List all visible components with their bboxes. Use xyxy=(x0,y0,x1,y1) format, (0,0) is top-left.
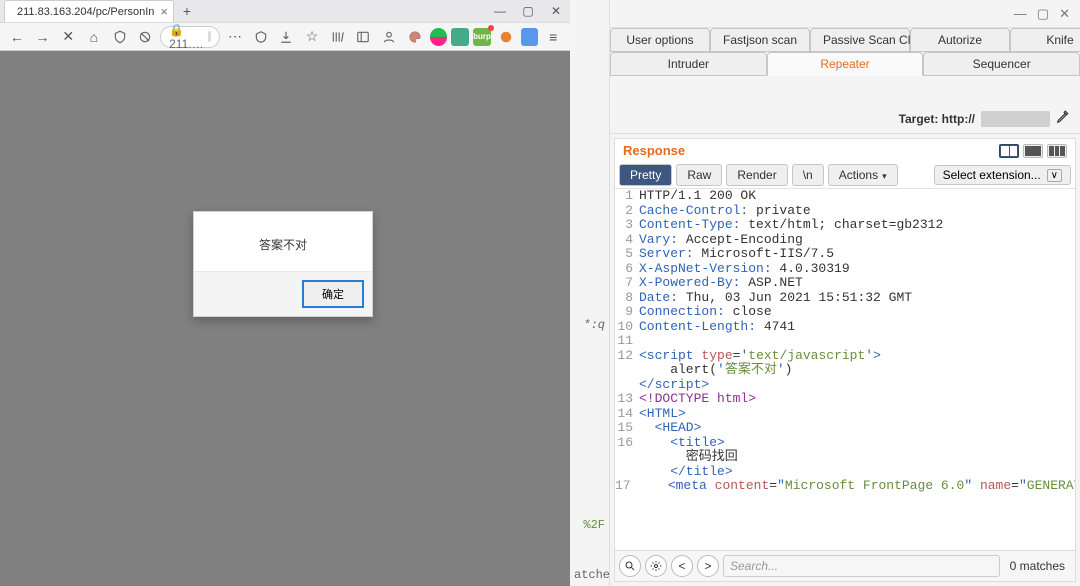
code-line: 12<script type='text/javascript'> xyxy=(615,349,1075,364)
shield-icon[interactable] xyxy=(109,26,131,48)
layout-columns-icon[interactable] xyxy=(999,144,1019,158)
palette-icon[interactable] xyxy=(404,26,426,48)
code-line: 2Cache-Control: private xyxy=(615,204,1075,219)
tab-user-options[interactable]: User options xyxy=(610,28,710,52)
bookmark-star-icon[interactable]: ☆ xyxy=(301,26,323,48)
layout-tabs-icon[interactable] xyxy=(1047,144,1067,158)
url-mask xyxy=(208,31,212,42)
code-line: 4Vary: Accept-Encoding xyxy=(615,233,1075,248)
subtab-actions[interactable]: Actions▾ xyxy=(828,164,898,186)
nav-back-icon[interactable]: ← xyxy=(6,26,28,48)
next-match-icon[interactable]: > xyxy=(697,555,719,577)
layout-rows-icon[interactable] xyxy=(1023,144,1043,158)
browser-tab[interactable]: 211.83.163.204/pc/PersonIn × xyxy=(4,0,174,22)
select-extension-dropdown[interactable]: Select extension...∨ xyxy=(934,165,1071,185)
url-text: 🔒 211.… xyxy=(169,23,203,51)
home-icon[interactable]: ⌂ xyxy=(83,26,105,48)
subtab-newline[interactable]: \n xyxy=(792,164,824,186)
code-line: 15 <HEAD> xyxy=(615,421,1075,436)
subtab-raw[interactable]: Raw xyxy=(676,164,722,186)
window-maximize[interactable]: ▢ xyxy=(514,0,542,22)
code-line: 14<HTML> xyxy=(615,407,1075,422)
ext-foxy-icon[interactable] xyxy=(495,26,517,48)
code-line: 16 <title> xyxy=(615,436,1075,451)
code-line: 3Content-Type: text/html; charset=gb2312 xyxy=(615,218,1075,233)
code-line: 8Date: Thu, 03 Jun 2021 15:51:32 GMT xyxy=(615,291,1075,306)
ext-tunnel-icon[interactable] xyxy=(430,28,448,46)
url-bar[interactable]: 🔒 211.… xyxy=(160,26,220,48)
account-icon[interactable] xyxy=(378,26,400,48)
menu-icon[interactable]: ≡ xyxy=(542,26,564,48)
download-icon[interactable] xyxy=(276,26,298,48)
response-title: Response xyxy=(623,143,685,158)
close-tab-icon[interactable]: × xyxy=(160,4,168,19)
page-content: 答案不对 确定 xyxy=(0,51,570,586)
window-minimize[interactable]: — xyxy=(486,0,514,22)
code-line: 10Content-Length: 4741 xyxy=(615,320,1075,335)
new-tab-button[interactable]: + xyxy=(178,2,196,20)
nav-forward-icon[interactable]: → xyxy=(32,26,54,48)
code-line: 5Server: Microsoft-IIS/7.5 xyxy=(615,247,1075,262)
code-line: 17 <meta content="Microsoft FrontPage 6.… xyxy=(615,479,1075,494)
search-icon[interactable] xyxy=(619,555,641,577)
stop-icon[interactable]: ✕ xyxy=(57,26,79,48)
burp-win-max[interactable]: ▢ xyxy=(1037,6,1049,22)
prev-match-icon[interactable]: < xyxy=(671,555,693,577)
burp-win-close[interactable]: ✕ xyxy=(1059,6,1070,22)
alert-ok-button[interactable]: 确定 xyxy=(302,280,364,308)
sidebar-icon[interactable] xyxy=(353,26,375,48)
tracking-icon[interactable] xyxy=(134,26,156,48)
alert-message: 答案不对 xyxy=(194,212,372,271)
code-line: 7X-Powered-By: ASP.NET xyxy=(615,276,1075,291)
code-line: 13<!DOCTYPE html> xyxy=(615,392,1075,407)
tab-knife[interactable]: Knife xyxy=(1010,28,1080,52)
more-icon[interactable]: ⋯ xyxy=(224,26,246,48)
request-fragment-q: *:q xyxy=(583,318,605,332)
tab-fastjson-scan[interactable]: Fastjson scan xyxy=(710,28,810,52)
code-line: 1HTTP/1.1 200 OK xyxy=(615,189,1075,204)
edit-target-icon[interactable] xyxy=(1056,110,1070,127)
target-label: Target: http:// xyxy=(899,112,975,126)
code-line: 9Connection: close xyxy=(615,305,1075,320)
tab-intruder[interactable]: Intruder xyxy=(610,52,767,76)
ext-burp-icon[interactable]: burp xyxy=(473,28,491,46)
window-close[interactable]: ✕ xyxy=(542,0,570,22)
tab-autorize[interactable]: Autorize xyxy=(910,28,1010,52)
search-input[interactable]: Search... xyxy=(723,555,1000,577)
subtab-render[interactable]: Render xyxy=(726,164,787,186)
alert-dialog: 答案不对 确定 xyxy=(193,211,373,317)
burp-win-min[interactable]: — xyxy=(1014,6,1027,21)
protect-icon[interactable] xyxy=(250,26,272,48)
settings-gear-icon[interactable] xyxy=(645,555,667,577)
code-line: 11 xyxy=(615,334,1075,349)
request-fragment-2f: %2F xyxy=(583,518,605,532)
response-body[interactable]: 1HTTP/1.1 200 OK2Cache-Control: private3… xyxy=(615,189,1075,550)
code-line: 6X-AspNet-Version: 4.0.30319 xyxy=(615,262,1075,277)
library-icon[interactable] xyxy=(327,26,349,48)
subtab-pretty[interactable]: Pretty xyxy=(619,164,672,186)
tab-passive-scan-client[interactable]: Passive Scan Client xyxy=(810,28,910,52)
ext-b-icon[interactable] xyxy=(521,28,539,46)
tab-title: 211.83.163.204/pc/PersonIn xyxy=(17,6,154,18)
target-host-mask: xxx xyxy=(981,111,1050,127)
match-count: 0 matches xyxy=(1004,559,1071,573)
tab-repeater[interactable]: Repeater xyxy=(767,52,924,76)
tab-sequencer[interactable]: Sequencer xyxy=(923,52,1080,76)
ext-cookie-icon[interactable] xyxy=(451,28,469,46)
